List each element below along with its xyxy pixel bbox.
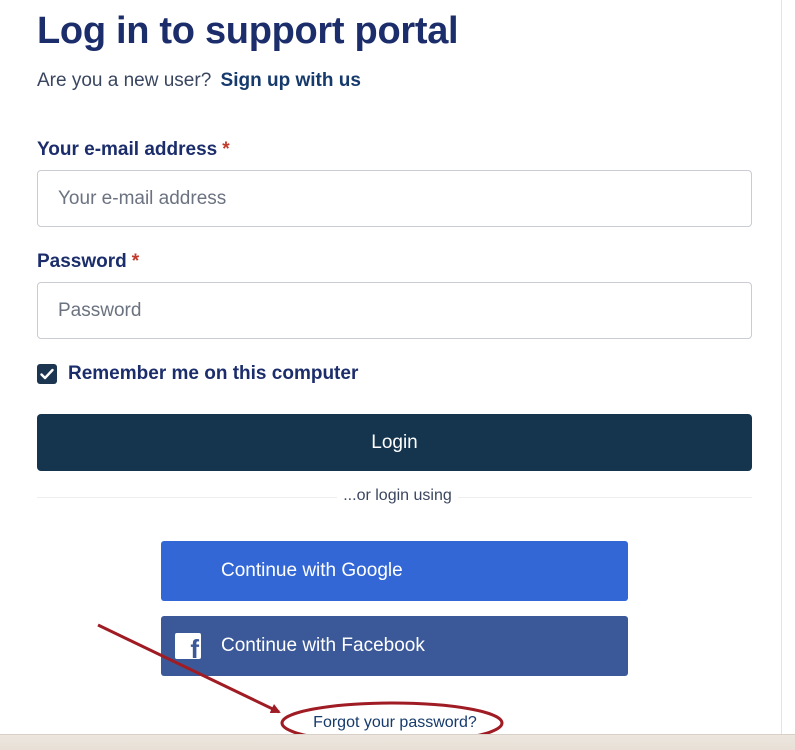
password-label: Password *: [37, 251, 139, 273]
page-title: Log in to support portal: [37, 10, 459, 52]
signup-prompt: Are you a new user? Sign up with us: [37, 70, 361, 92]
login-button[interactable]: Login: [37, 414, 752, 471]
alt-login-divider-text: ...or login using: [337, 487, 458, 504]
alt-login-divider: ...or login using: [0, 487, 795, 505]
forgot-password-link[interactable]: Forgot your password?: [0, 714, 790, 732]
email-field[interactable]: [37, 170, 752, 227]
facebook-login-label: Continue with Facebook: [221, 635, 425, 656]
email-label: Your e-mail address *: [37, 139, 230, 161]
remember-me-row[interactable]: Remember me on this computer: [37, 363, 358, 385]
google-login-label: Continue with Google: [221, 560, 403, 581]
bottom-strip: [0, 734, 795, 750]
password-required-mark: *: [131, 251, 140, 272]
check-icon: [40, 368, 54, 380]
password-field[interactable]: [37, 282, 752, 339]
right-border: [781, 0, 782, 735]
signup-prompt-text: Are you a new user?: [37, 70, 212, 91]
remember-me-label[interactable]: Remember me on this computer: [68, 363, 358, 385]
facebook-login-button[interactable]: f Continue with Facebook: [161, 616, 628, 676]
facebook-icon: f: [175, 633, 201, 659]
signup-link[interactable]: Sign up with us: [221, 70, 361, 91]
password-label-text: Password: [37, 251, 127, 272]
email-required-mark: *: [222, 139, 230, 160]
email-label-text: Your e-mail address: [37, 139, 218, 160]
google-login-button[interactable]: Continue with Google: [161, 541, 628, 601]
remember-me-checkbox[interactable]: [37, 364, 57, 384]
